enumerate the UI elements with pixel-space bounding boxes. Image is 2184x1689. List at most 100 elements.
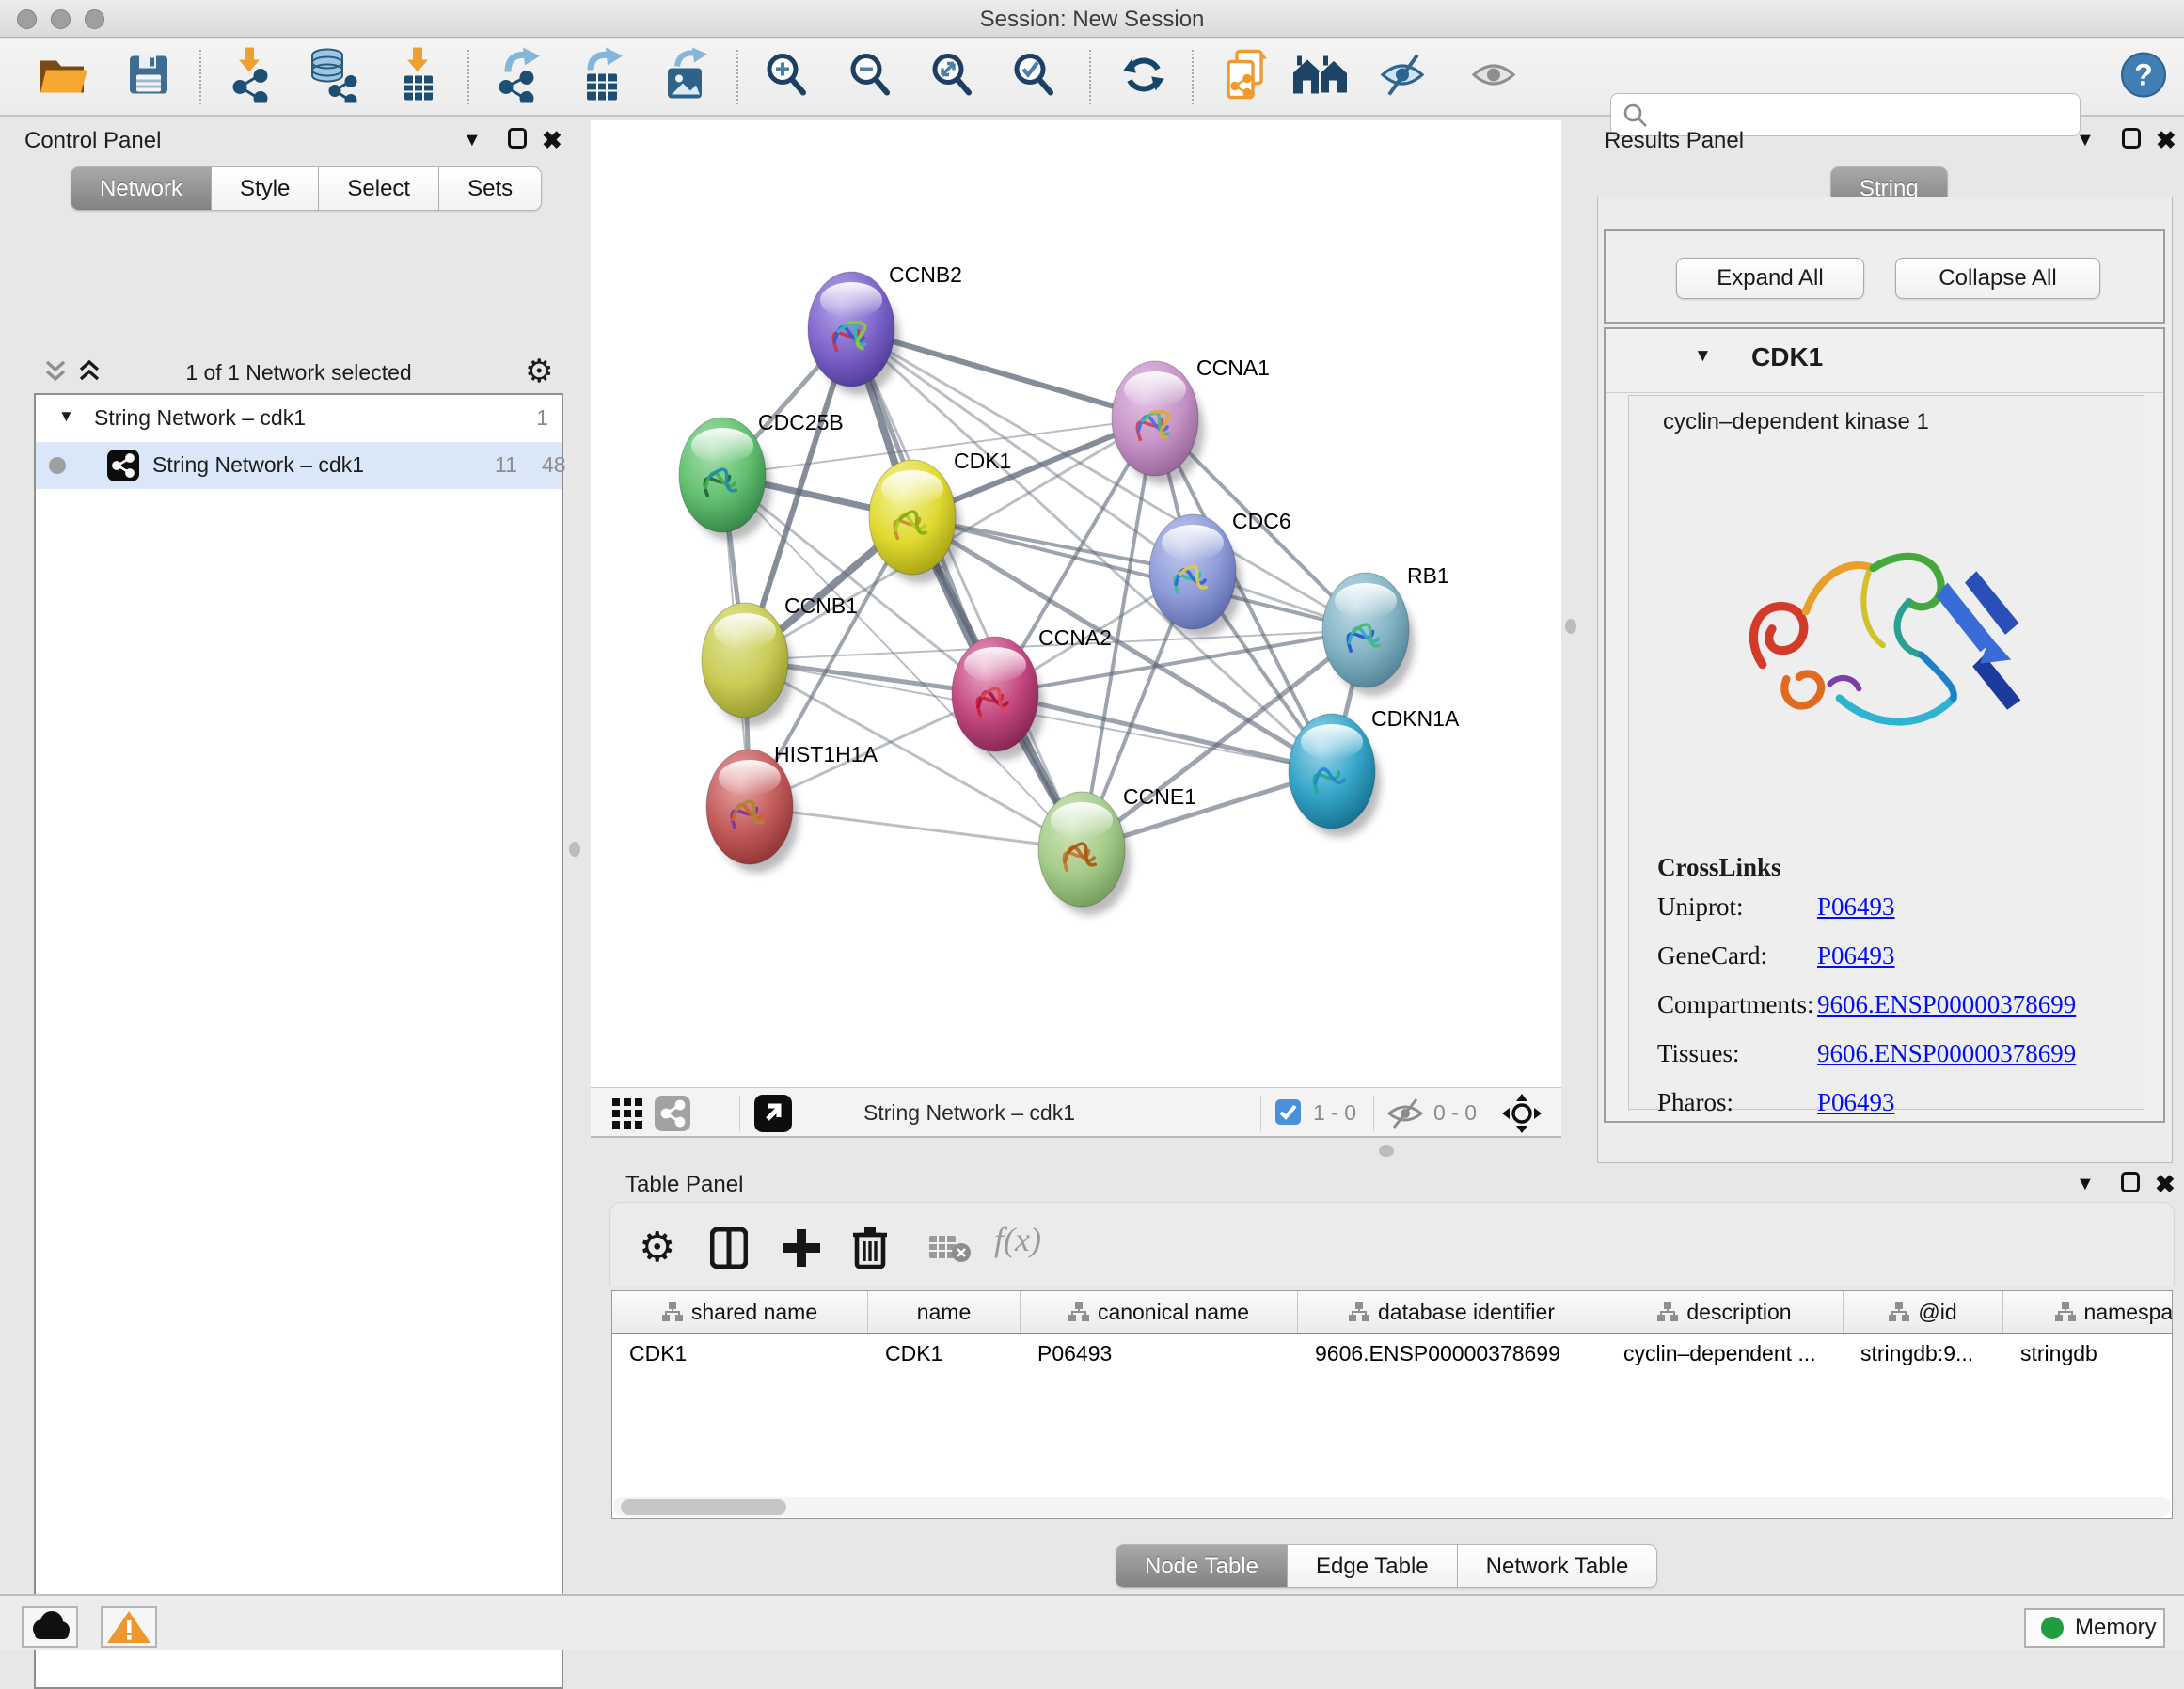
column-header-namespace[interactable]: namespace: [2003, 1291, 2173, 1333]
import-table-icon[interactable]: [397, 47, 438, 106]
string-network-icon: [107, 450, 139, 481]
crosslink-value-link[interactable]: 9606.ENSP00000378699: [1817, 990, 2076, 1019]
memory-button[interactable]: Memory: [2024, 1608, 2165, 1648]
column-header-canonical-name[interactable]: canonical name: [1021, 1291, 1298, 1333]
zoom-in-icon[interactable]: [764, 51, 809, 103]
gene-section-header[interactable]: ▼ CDK1: [1606, 329, 2163, 393]
delete-column-icon[interactable]: [851, 1225, 889, 1273]
network-row-selected[interactable]: String Network – cdk1 11 48: [36, 442, 562, 489]
network-edge-ccnb2-ccne1[interactable]: [851, 329, 1082, 849]
crosslink-value-link[interactable]: P06493: [1817, 1088, 1895, 1117]
gene-section: ▼ CDK1 cyclin–dependent kinase 1 C: [1604, 327, 2165, 1123]
help-icon[interactable]: ?: [2120, 51, 2167, 103]
copy-document-icon[interactable]: [1224, 48, 1271, 105]
export-table-icon[interactable]: [578, 47, 626, 106]
column-header-description[interactable]: description: [1606, 1291, 1844, 1333]
tab-edge-table[interactable]: Edge Table: [1288, 1544, 1458, 1588]
delete-table-icon[interactable]: [928, 1233, 972, 1268]
expand-all-button[interactable]: Expand All: [1676, 258, 1864, 299]
network-list-header: 1 of 1 Network selected ⚙: [34, 351, 563, 394]
network-options-gear-icon[interactable]: ⚙: [525, 353, 553, 390]
birds-eye-icon[interactable]: [1501, 1093, 1543, 1139]
panel-close-icon[interactable]: ✖: [2156, 126, 2176, 155]
node-label-CCNB2: CCNB2: [889, 262, 962, 287]
show-all-icon[interactable]: [1470, 53, 1519, 101]
panel-float-icon[interactable]: [508, 128, 527, 149]
grid-view-icon[interactable]: [611, 1097, 643, 1134]
home-icon[interactable]: [1291, 54, 1352, 100]
tab-network-table[interactable]: Network Table: [1458, 1544, 1658, 1588]
panel-close-icon[interactable]: ✖: [542, 126, 562, 155]
toolbar-separator: [1192, 50, 1194, 104]
function-builder-icon[interactable]: f(x): [994, 1220, 1041, 1259]
table-cell[interactable]: 9606.ENSP00000378699: [1298, 1341, 1606, 1366]
crosslink-value-link[interactable]: P06493: [1817, 892, 1895, 922]
hidden-eye-icon[interactable]: [1386, 1097, 1424, 1134]
horizontal-splitter-handle[interactable]: [1379, 1145, 1394, 1157]
node-gloss: [881, 470, 943, 506]
network-edge-ccna2-cdkn1a[interactable]: [995, 694, 1332, 771]
column-header-name[interactable]: name: [868, 1291, 1021, 1333]
table-row[interactable]: CDK1CDK1P064939606.ENSP00000378699cyclin…: [612, 1334, 2172, 1372]
collapse-all-button[interactable]: Collapse All: [1895, 258, 2100, 299]
export-image-icon[interactable]: [660, 47, 709, 106]
table-body: CDK1CDK1P064939606.ENSP00000378699cyclin…: [612, 1334, 2172, 1372]
column-header--id[interactable]: @id: [1844, 1291, 2003, 1333]
import-network-database-icon[interactable]: [307, 47, 359, 106]
table-settings-icon[interactable]: ⚙: [639, 1223, 675, 1271]
table-cell[interactable]: P06493: [1021, 1341, 1298, 1366]
tab-style[interactable]: Style: [212, 166, 319, 211]
crosslink-value-link[interactable]: P06493: [1817, 941, 1895, 971]
zoom-fit-icon[interactable]: [929, 51, 974, 103]
zoom-out-icon[interactable]: [847, 51, 893, 103]
open-session-icon[interactable]: [38, 53, 90, 101]
tab-node-table[interactable]: Node Table: [1116, 1544, 1288, 1588]
tab-network[interactable]: Network: [71, 166, 212, 211]
save-session-icon[interactable]: [128, 54, 169, 100]
string-view-icon[interactable]: [655, 1096, 690, 1131]
zoom-selected-icon[interactable]: [1011, 51, 1056, 103]
table-cell[interactable]: stringdb: [2003, 1341, 2173, 1366]
column-header-database-identifier[interactable]: database identifier: [1298, 1291, 1606, 1333]
hide-selected-icon[interactable]: [1379, 53, 1428, 101]
vertical-splitter-handle[interactable]: [1565, 619, 1576, 634]
table-cell[interactable]: CDK1: [612, 1341, 868, 1366]
add-column-icon[interactable]: [782, 1227, 821, 1273]
current-network-dot-icon: [49, 457, 66, 474]
cloud-status-button[interactable]: [22, 1606, 78, 1648]
toolbar-separator: [1373, 1096, 1374, 1131]
scrollbar-thumb[interactable]: [621, 1499, 786, 1515]
node-gloss: [820, 282, 882, 318]
table-cell[interactable]: CDK1: [868, 1341, 1021, 1366]
network-edge-hist1h1a-ccne1[interactable]: [750, 807, 1082, 849]
panel-float-icon[interactable]: [2122, 128, 2141, 149]
vertical-splitter-handle[interactable]: [569, 842, 580, 857]
column-header-label: shared name: [691, 1300, 817, 1325]
column-header-shared-name[interactable]: shared name: [612, 1291, 868, 1333]
panel-menu-icon[interactable]: ▼: [2076, 1174, 2095, 1195]
network-tree: ▼ String Network – cdk1 1 String Network…: [34, 393, 563, 1689]
panel-close-icon[interactable]: ✖: [2155, 1170, 2176, 1199]
collection-collapse-icon[interactable]: ▼: [58, 407, 74, 426]
node-gloss: [1335, 583, 1397, 619]
import-network-icon[interactable]: [229, 47, 276, 106]
network-collection-row[interactable]: ▼ String Network – cdk1 1: [36, 395, 562, 442]
table-cell[interactable]: stringdb:9...: [1844, 1341, 2003, 1366]
selected-nodes-checkbox-icon[interactable]: [1275, 1099, 1301, 1125]
warning-status-button[interactable]: [101, 1606, 157, 1648]
columns-icon[interactable]: [710, 1227, 748, 1273]
crosslink-value-link[interactable]: 9606.ENSP00000378699: [1817, 1039, 2076, 1068]
detach-view-icon[interactable]: [754, 1095, 792, 1132]
tab-sets[interactable]: Sets: [439, 166, 542, 211]
section-collapse-icon[interactable]: ▼: [1694, 346, 1712, 367]
panel-menu-icon[interactable]: ▼: [2076, 130, 2095, 151]
tab-select[interactable]: Select: [319, 166, 439, 211]
crosslink-row: Pharos:P06493: [1629, 1088, 2144, 1137]
panel-float-icon[interactable]: [2121, 1172, 2140, 1192]
table-cell[interactable]: cyclin–dependent ...: [1606, 1341, 1844, 1366]
export-network-icon[interactable]: [495, 47, 544, 106]
table-horizontal-scrollbar[interactable]: [613, 1497, 2171, 1517]
node-label-CDK1: CDK1: [954, 449, 1011, 473]
refresh-icon[interactable]: [1120, 51, 1167, 103]
panel-menu-icon[interactable]: ▼: [463, 130, 482, 151]
